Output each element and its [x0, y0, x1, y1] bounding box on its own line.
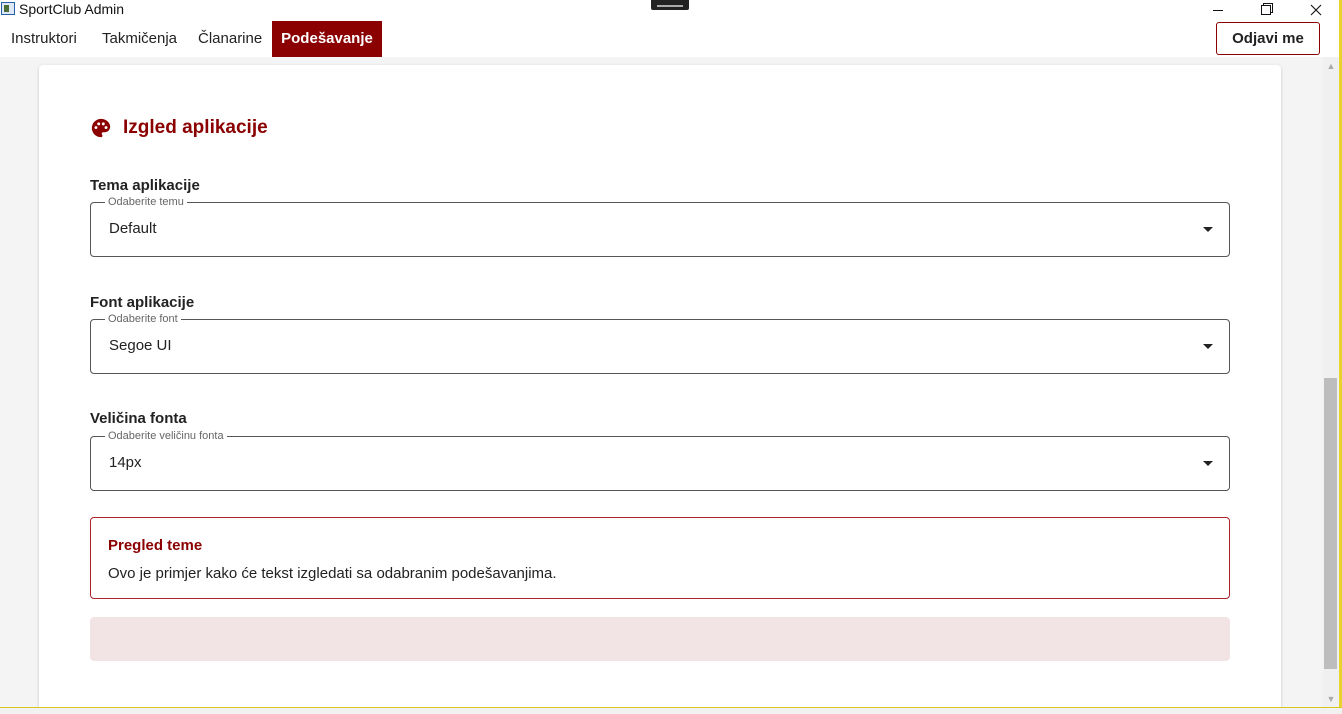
- theme-label: Tema aplikacije: [90, 177, 200, 194]
- tab-takmicenja[interactable]: Takmičenja: [102, 21, 177, 57]
- preview-title: Pregled teme: [108, 537, 203, 554]
- restore-icon[interactable]: [1243, 0, 1289, 20]
- content-area: Izgled aplikacije Tema aplikacije Odaber…: [0, 57, 1323, 707]
- tab-podesavanje[interactable]: Podešavanje: [272, 21, 382, 57]
- scrollbar-thumb[interactable]: [1324, 378, 1337, 669]
- font-label: Font aplikacije: [90, 294, 195, 311]
- theme-select-legend: Odaberite temu: [105, 195, 187, 209]
- scroll-down-icon[interactable]: ▼: [1323, 691, 1339, 707]
- minimize-icon[interactable]: [1195, 0, 1241, 20]
- theme-select[interactable]: Odaberite temu Default: [90, 195, 1230, 257]
- app-icon: [1, 2, 15, 15]
- font-select-value: Segoe UI: [109, 337, 172, 354]
- tab-instruktori[interactable]: Instruktori: [11, 21, 77, 57]
- settings-card: Izgled aplikacije Tema aplikacije Odaber…: [39, 65, 1281, 707]
- font-size-select-value: 14px: [109, 454, 142, 471]
- theme-preview-box: Pregled teme Ovo je primjer kako će teks…: [90, 517, 1230, 599]
- window-title-bar: SportClub Admin: [0, 0, 1342, 20]
- tab-clanarine[interactable]: Članarine: [198, 21, 262, 57]
- window-title: SportClub Admin: [19, 1, 125, 17]
- theme-select-value: Default: [109, 220, 157, 237]
- chevron-down-icon[interactable]: [1203, 461, 1213, 466]
- font-size-label: Veličina fonta: [90, 410, 187, 427]
- font-select-legend: Odaberite font: [105, 312, 181, 326]
- font-size-select-legend: Odaberite veličinu fonta: [105, 429, 227, 443]
- section-header: Izgled aplikacije: [90, 117, 268, 139]
- font-size-select[interactable]: Odaberite veličinu fonta 14px: [90, 429, 1230, 491]
- vertical-scrollbar[interactable]: ▲ ▼: [1323, 57, 1339, 707]
- chevron-down-icon[interactable]: [1203, 227, 1213, 232]
- window-handle[interactable]: [651, 0, 689, 10]
- scroll-up-icon[interactable]: ▲: [1323, 58, 1339, 74]
- close-icon[interactable]: [1293, 0, 1339, 20]
- logout-button[interactable]: Odjavi me: [1216, 22, 1320, 55]
- preview-color-bar: [90, 617, 1230, 661]
- chevron-down-icon[interactable]: [1203, 344, 1213, 349]
- section-title: Izgled aplikacije: [123, 117, 268, 138]
- palette-icon: [91, 118, 111, 138]
- font-select[interactable]: Odaberite font Segoe UI: [90, 312, 1230, 374]
- main-navigation: Instruktori Takmičenja Članarine Podešav…: [0, 21, 1342, 57]
- preview-text: Ovo je primjer kako će tekst izgledati s…: [108, 565, 557, 582]
